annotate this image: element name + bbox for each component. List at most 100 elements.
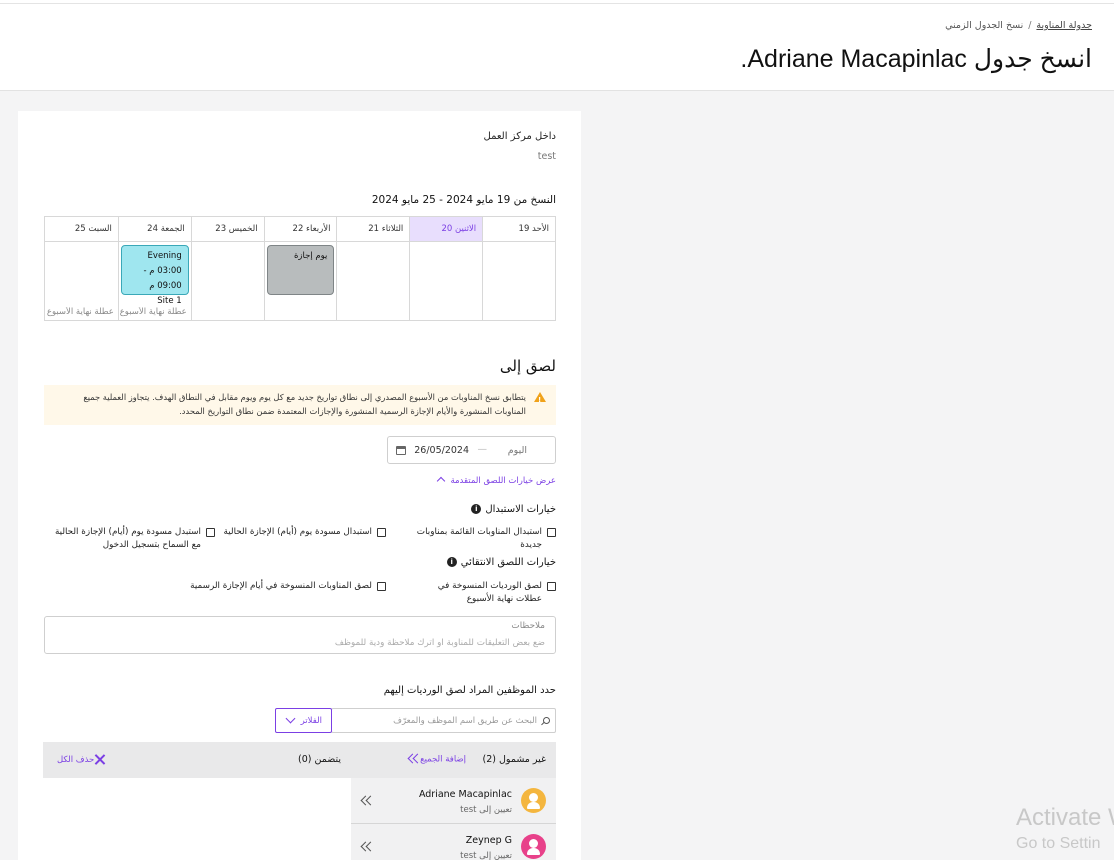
source-week-calendar: الأحد 19 الاثنين 20 الثلاثاء 21 الأربعاء… (44, 216, 556, 321)
work-center-label: داخل مركز العمل (483, 131, 557, 142)
notes-field[interactable]: ملاحظات ضع بعض التعليقات للمناوبة او اتر… (44, 616, 556, 654)
replace-draft-leave-option[interactable]: استبدال مسودة يوم (أيام) الإجازة الحالية (224, 526, 386, 539)
day-header-sat: السبت 25 (45, 217, 118, 242)
advanced-paste-options-link[interactable]: عرض خيارات اللصق المتقدمة (437, 476, 556, 486)
paste-weekends-label: لصق الورديات المنسوخة في عطلات نهاية الأ… (437, 581, 542, 604)
excluded-title: غير مشمول (2) (482, 754, 546, 765)
avatar (521, 788, 546, 813)
watermark-line1: Activate W (1016, 804, 1114, 831)
page-title: انسخ جدول Adriane Macapinlac. (740, 45, 1092, 73)
day-cell-sat: عطلة نهاية الأسبوع (45, 242, 118, 320)
remove-all-button[interactable]: حذف الكل (57, 754, 110, 765)
employee-name: Zeynep G (465, 835, 512, 846)
holiday-block[interactable]: يوم إجازة (266, 245, 335, 295)
included-title: يتضمن (0) (298, 754, 341, 765)
paste-public-holidays-option[interactable]: لصق المناوبات المنسوخة في أيام الإجازة ا… (190, 580, 386, 593)
replace-options-heading: خيارات الاستبدالi (471, 504, 556, 515)
day-cell-mon (409, 242, 482, 320)
paste-weekends-option[interactable]: لصق الورديات المنسوخة في عطلات نهاية الأ… (411, 580, 556, 606)
replace-draft-leave-allow-login-option[interactable]: استبدل مسودة يوم (أيام) الإجازة الحالية … (53, 526, 215, 552)
notes-placeholder: ضع بعض التعليقات للمناوبة او اترك ملاحظة… (334, 638, 545, 648)
advanced-link-label: عرض خيارات اللصق المتقدمة (450, 476, 556, 486)
employee-row[interactable]: Adriane Macapinlac تعيين إلى test (351, 778, 556, 824)
replace-existing-shifts-label: استبدال المناوبات القائمة بمناوبات جديدة (416, 527, 542, 550)
day-cell-wed: يوم إجازة (263, 242, 337, 320)
breadcrumb-link-shift-scheduling[interactable]: جدولة المناوبة (1036, 20, 1092, 31)
notes-label: ملاحظات (511, 621, 545, 631)
date-range-dash: — (477, 444, 488, 455)
replace-draft-leave-checkbox[interactable] (377, 528, 386, 537)
day-header-tue: الثلاثاء 21 (336, 217, 410, 242)
replace-draft-leave-allow-login-checkbox[interactable] (206, 528, 215, 537)
paste-public-holidays-checkbox[interactable] (377, 582, 386, 591)
day-cell-thu (190, 242, 264, 320)
add-all-button[interactable]: إضافة الجميع (404, 754, 466, 765)
breadcrumb: جدولة المناوبة / نسخ الجدول الزمني (945, 20, 1092, 31)
breadcrumb-separator: / (1028, 20, 1032, 31)
day-cell-fri: Evening 03:00 م - 09:00 م Site 1 عطلة نه… (117, 242, 191, 320)
chevron-down-icon (285, 713, 296, 724)
excluded-pane-header: غير مشمول (2) إضافة الجميع (351, 742, 556, 778)
avatar (521, 834, 546, 859)
included-employee-list (43, 778, 351, 860)
replace-draft-leave-allow-login-label: استبدل مسودة يوم (أيام) الإجازة الحالية … (54, 527, 201, 550)
move-left-icon[interactable] (361, 796, 373, 806)
alert-text-line2: المناوبات المنشورة والأيام الإجازة الرسم… (179, 406, 526, 416)
windows-activation-watermark: Activate W Go to Settin (1016, 806, 1114, 852)
date-end: 26/05/2024 (414, 445, 469, 456)
excluded-employee-list: Adriane Macapinlac تعيين إلى test Zeynep… (351, 778, 556, 860)
paste-date-range-field[interactable]: اليوم — 26/05/2024 (387, 436, 556, 464)
page-header: جدولة المناوبة / نسخ الجدول الزمني انسخ جد… (0, 4, 1114, 91)
replace-options-title: خيارات الاستبدال (485, 504, 556, 515)
employee-row[interactable]: Zeynep G تعيين إلى test (351, 824, 556, 860)
holiday-label: يوم إجازة (293, 251, 328, 261)
select-employees-title: حدد الموظفين المراد لصق الورديات إليهم (383, 685, 556, 696)
day-header-mon: الاثنين 20 (409, 217, 483, 242)
weekend-label-sat: عطلة نهاية الأسبوع (46, 307, 114, 317)
paste-weekends-checkbox[interactable] (547, 582, 556, 591)
paste-to-title: لصق إلى (499, 357, 556, 375)
calendar-icon[interactable] (396, 446, 406, 455)
replace-draft-leave-label: استبدال مسودة يوم (أيام) الإجازة الحالية (223, 527, 372, 537)
search-icon (543, 717, 550, 724)
employee-assignment: تعيين إلى test (460, 851, 512, 860)
included-pane-header: يتضمن (0) حذف الكل (43, 742, 351, 778)
move-left-icon[interactable] (361, 842, 373, 852)
shift-time: 03:00 م - 09:00 م (143, 266, 182, 291)
employee-assignment: تعيين إلى test (460, 805, 512, 815)
filters-button[interactable]: الفلاتر (275, 708, 332, 733)
day-header-sun: الأحد 19 (482, 217, 555, 242)
smart-paste-heading: خيارات اللصق الانتقائيi (446, 557, 556, 568)
paste-info-alert: يتطابق نسخ المناوبات من الأسبوع المصدري … (44, 385, 556, 425)
shift-name: Evening (147, 251, 182, 261)
info-icon[interactable]: i (446, 557, 457, 567)
employee-name: Adriane Macapinlac (418, 789, 512, 800)
info-icon[interactable]: i (471, 504, 482, 514)
shift-block[interactable]: Evening 03:00 م - 09:00 م Site 1 (120, 245, 189, 306)
paste-public-holidays-label: لصق المناوبات المنسوخة في أيام الإجازة ا… (190, 581, 372, 591)
close-icon (94, 754, 105, 765)
breadcrumb-current: نسخ الجدول الزمني (945, 20, 1024, 31)
day-cell-tue (336, 242, 409, 320)
copy-range: النسخ من 19 مايو 2024 - 25 مايو 2024 (371, 194, 556, 206)
chevron-up-icon (437, 476, 446, 486)
day-header-thu: الخميس 23 (190, 217, 264, 242)
double-chevron-left-icon (408, 754, 420, 764)
day-header-fri: الجمعة 24 (117, 217, 191, 242)
replace-existing-shifts-checkbox[interactable] (547, 528, 556, 537)
filters-label: الفلاتر (300, 716, 322, 726)
search-placeholder: البحث عن طريق اسم الموظف والمعرّف (393, 716, 537, 726)
watermark-line2: Go to Settin (1016, 835, 1101, 852)
day-cell-sun (482, 242, 555, 320)
weekend-label-fri: عطلة نهاية الأسبوع (119, 307, 187, 317)
day-header-wed: الأربعاء 22 (263, 217, 337, 242)
alert-text-line1: يتطابق نسخ المناوبات من الأسبوع المصدري … (83, 392, 526, 402)
add-all-label: إضافة الجميع (420, 754, 466, 765)
work-center-value: test (537, 151, 556, 162)
employee-search-input[interactable]: البحث عن طريق اسم الموظف والمعرّف (331, 708, 556, 733)
replace-existing-shifts-option[interactable]: استبدال المناوبات القائمة بمناوبات جديدة (411, 526, 556, 552)
warning-icon (534, 392, 546, 407)
smart-paste-title: خيارات اللصق الانتقائي (460, 557, 556, 568)
copy-schedule-card: داخل مركز العمل test النسخ من 19 مايو 20… (18, 111, 581, 860)
remove-all-label: حذف الكل (57, 755, 95, 765)
